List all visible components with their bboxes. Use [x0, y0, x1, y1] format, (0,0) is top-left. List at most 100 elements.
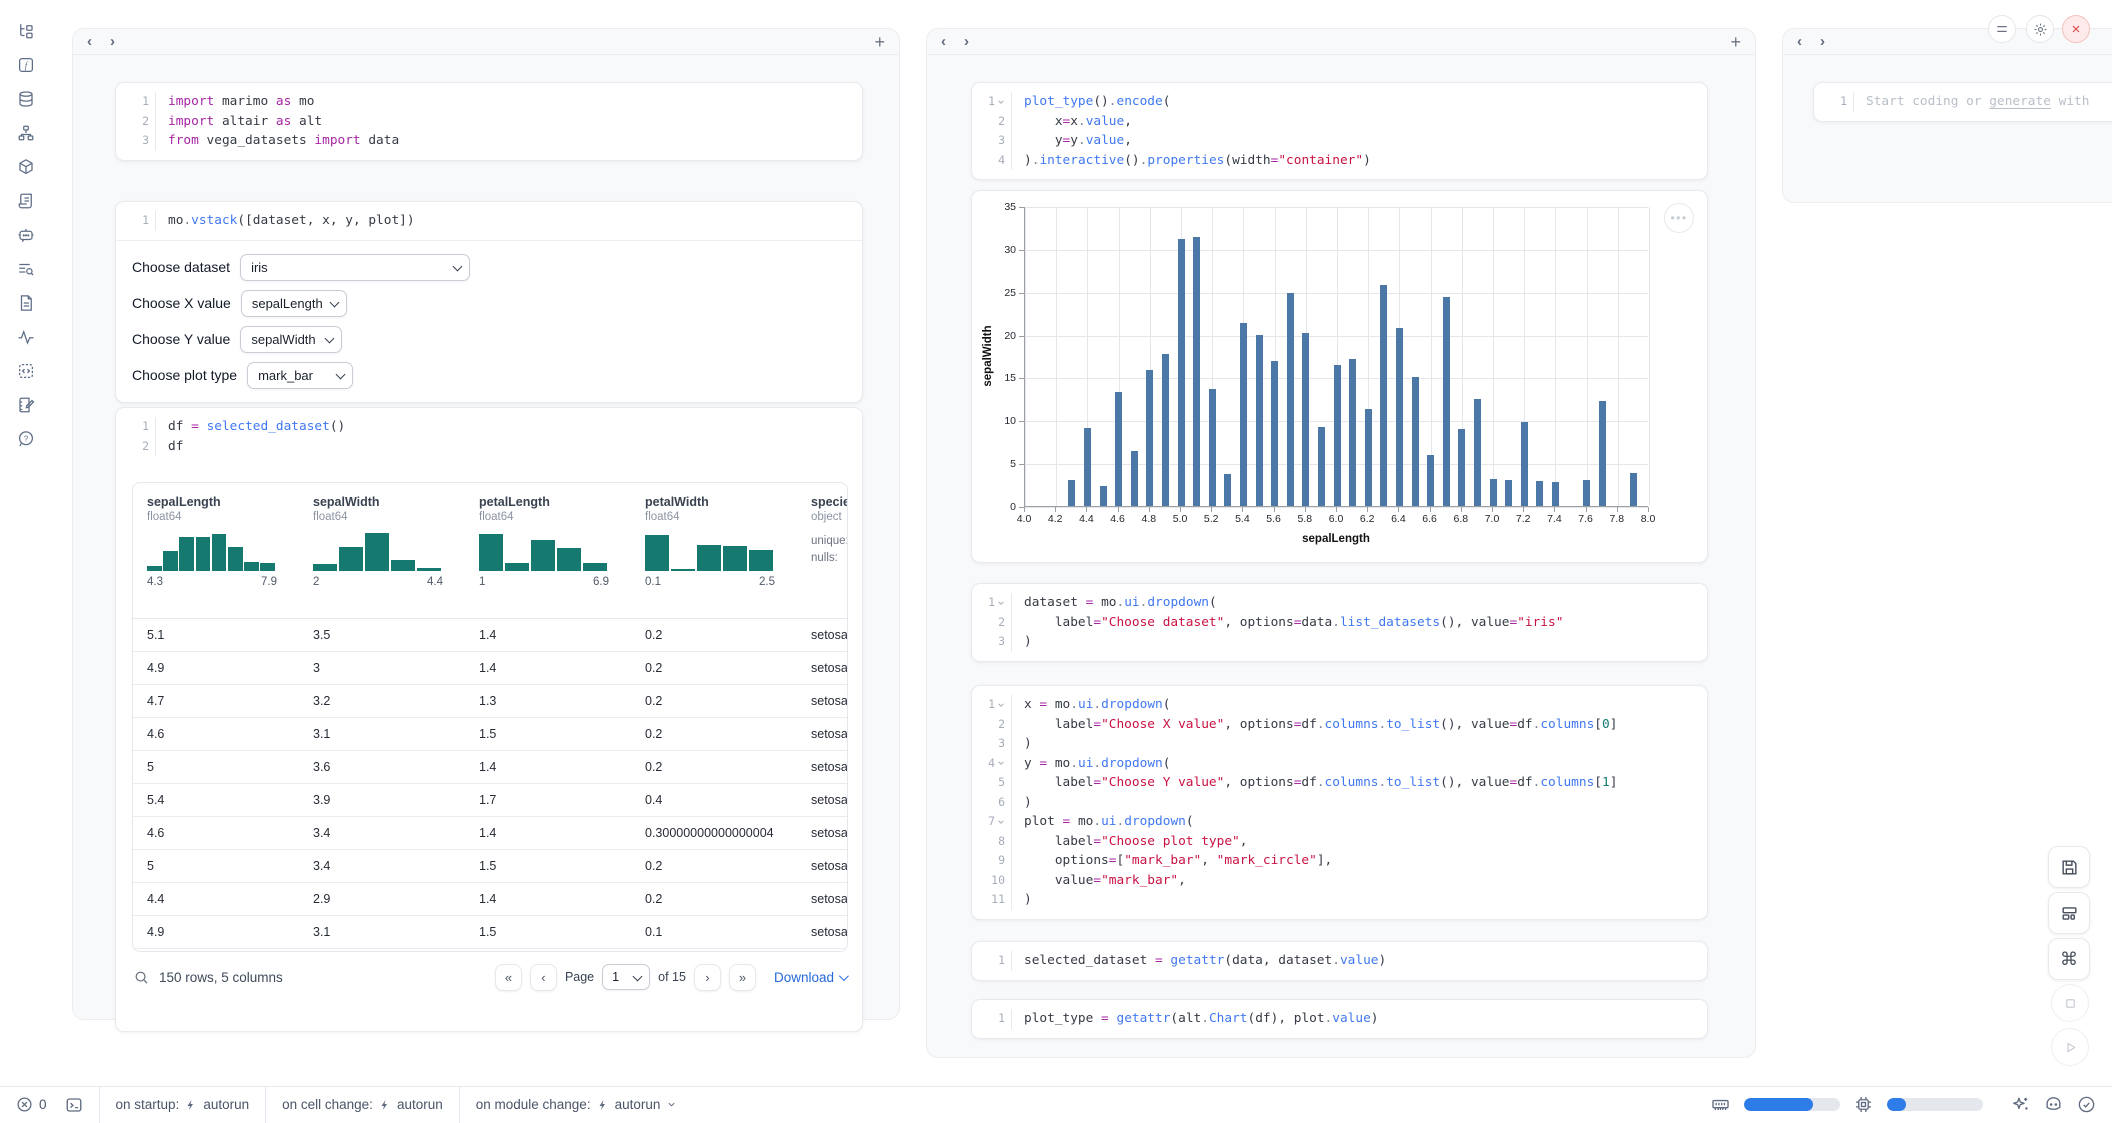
code-line: 6)	[972, 793, 1707, 813]
chart-bar	[1490, 479, 1497, 506]
lightning-icon	[597, 1098, 609, 1112]
on-startup-toggle[interactable]: on startup: autorun	[116, 1097, 250, 1112]
dataset-dropdown[interactable]: iris	[240, 254, 470, 281]
generate-link[interactable]: generate	[1989, 94, 2051, 109]
y-value-dropdown[interactable]: sepalWidth	[240, 326, 342, 353]
add-cell-button[interactable]: +	[1730, 33, 1741, 51]
table-cell: setosa	[811, 760, 848, 774]
table-cell: 1.5	[479, 925, 496, 939]
terminal-icon	[65, 1096, 83, 1114]
x-tick-label: 7.8	[1600, 513, 1634, 525]
table-row[interactable]: 4.42.91.40.2setosa	[133, 883, 847, 916]
file-tree-icon[interactable]	[17, 22, 35, 40]
connection-status-button[interactable]	[2077, 1095, 2096, 1114]
datasources-icon[interactable]	[17, 90, 35, 108]
table-row[interactable]: 53.61.40.2setosa	[133, 751, 847, 784]
stop-button[interactable]	[2051, 984, 2089, 1022]
x-value-dropdown[interactable]: sepalLength	[241, 290, 347, 317]
scratchpad-icon[interactable]	[17, 396, 35, 414]
y-tick-label: 25	[984, 287, 1016, 299]
code-cell-imports[interactable]: 1import marimo as mo2import altair as al…	[115, 82, 863, 161]
pane-forward-button[interactable]: ›	[964, 34, 969, 49]
table-cell: setosa	[811, 661, 848, 675]
functions-icon[interactable]: f	[17, 56, 35, 74]
close-button[interactable]	[2062, 15, 2090, 43]
prev-page-button[interactable]: ‹	[530, 964, 557, 991]
editor-placeholder[interactable]: Start coding or generate with	[1854, 92, 2089, 112]
table-row[interactable]: 4.63.11.50.2setosa	[133, 718, 847, 751]
x-tick-label: 7.4	[1537, 513, 1571, 525]
pane-back-button[interactable]: ‹	[87, 34, 92, 49]
on-module-change-toggle[interactable]: on module change: autorun	[476, 1097, 678, 1112]
pane-forward-button[interactable]: ›	[1820, 34, 1825, 49]
code-cell-xyplot[interactable]: 1x = mo.ui.dropdown(2 label="Choose X va…	[971, 685, 1708, 920]
column-header[interactable]: sepalWidth	[313, 495, 473, 509]
code-cell-plot[interactable]: 1plot_type().encode(2 x=x.value,3 y=y.va…	[971, 82, 1708, 180]
settings-gear-button[interactable]	[2026, 15, 2054, 43]
plot-type-dropdown[interactable]: mark_bar	[247, 362, 353, 389]
menu-button[interactable]	[1988, 15, 2016, 43]
choose-y-label: Choose Y value	[132, 331, 230, 347]
ai-chat-icon[interactable]	[17, 226, 35, 244]
search-icon[interactable]	[134, 970, 149, 985]
table-row[interactable]: 4.93.11.50.1setosa	[133, 916, 847, 949]
column-header[interactable]: petalLength	[479, 495, 639, 509]
table-row[interactable]: 4.931.40.2setosa	[133, 652, 847, 685]
page-select[interactable]: 1	[602, 964, 650, 990]
help-icon[interactable]: ?	[17, 430, 35, 448]
column-header[interactable]: petalWidth	[645, 495, 805, 509]
documentation-icon[interactable]	[17, 294, 35, 312]
pane-back-button[interactable]: ‹	[941, 34, 946, 49]
pane-back-button[interactable]: ‹	[1797, 34, 1802, 49]
copilot-button[interactable]	[2044, 1095, 2063, 1114]
error-indicator[interactable]: 0	[16, 1096, 47, 1113]
table-row[interactable]: 5.43.91.70.4setosa	[133, 784, 847, 817]
table-row[interactable]: 4.73.21.30.2setosa	[133, 685, 847, 718]
column-header[interactable]: sepalLength	[147, 495, 307, 509]
chart-menu-button[interactable]: •••	[1664, 203, 1694, 233]
code-cell-df[interactable]: 1df = selected_dataset()2df sepalLengthf…	[115, 407, 863, 1032]
code-cell-empty[interactable]: 1 Start coding or generate with	[1813, 82, 2112, 122]
ai-sparkles-button[interactable]	[2011, 1095, 2030, 1114]
code-cell-vstack[interactable]: 1mo.vstack([dataset, x, y, plot]) Choose…	[115, 201, 863, 403]
download-button[interactable]: Download	[774, 970, 846, 985]
column-range: 4.37.9	[147, 576, 277, 588]
table-row[interactable]: 5.13.51.40.2setosa	[133, 619, 847, 652]
first-page-button[interactable]: «	[495, 964, 522, 991]
save-button[interactable]	[2048, 846, 2090, 888]
dependency-graph-icon[interactable]	[17, 124, 35, 142]
line-number: 1	[116, 417, 156, 437]
x-tick-label: 5.2	[1194, 513, 1228, 525]
terminal-button[interactable]	[65, 1096, 83, 1114]
table-cell: 0.2	[645, 661, 662, 675]
chart-bar	[1349, 359, 1356, 506]
pane-forward-button[interactable]: ›	[110, 34, 115, 49]
column-meta: unique:nulls:	[811, 533, 848, 567]
command-palette-button[interactable]: ⌘	[2048, 938, 2090, 980]
logs-icon[interactable]	[17, 192, 35, 210]
y-tick-label: 20	[984, 330, 1016, 342]
table-cell: 1.4	[479, 826, 496, 840]
next-page-button[interactable]: ›	[694, 964, 721, 991]
bar-chart[interactable]	[1024, 207, 1648, 507]
packages-icon[interactable]	[17, 158, 35, 176]
table-row[interactable]: 4.63.41.40.30000000000000004setosa	[133, 817, 847, 850]
code-cell-plot-type[interactable]: 1plot_type = getattr(alt.Chart(df), plot…	[971, 999, 1708, 1039]
chart-bar	[1521, 422, 1528, 506]
tracing-icon[interactable]	[17, 328, 35, 346]
table-row[interactable]: 53.41.50.2setosa	[133, 850, 847, 883]
chart-bar	[1068, 480, 1075, 506]
chart-bar	[1302, 333, 1309, 506]
column-header[interactable]: species	[811, 495, 848, 509]
search-list-icon[interactable]	[17, 260, 35, 278]
add-cell-button[interactable]: +	[874, 33, 885, 51]
code-cell-dataset[interactable]: 1dataset = mo.ui.dropdown(2 label="Choos…	[971, 583, 1708, 662]
error-icon	[16, 1096, 33, 1113]
layout-button[interactable]	[2048, 892, 2090, 934]
run-button[interactable]	[2051, 1028, 2089, 1066]
code-cell-selected-dataset[interactable]: 1selected_dataset = getattr(data, datase…	[971, 941, 1708, 981]
snippets-icon[interactable]	[17, 362, 35, 380]
chart-bar	[1287, 293, 1294, 506]
last-page-button[interactable]: »	[729, 964, 756, 991]
on-cell-change-toggle[interactable]: on cell change: autorun	[282, 1097, 443, 1112]
